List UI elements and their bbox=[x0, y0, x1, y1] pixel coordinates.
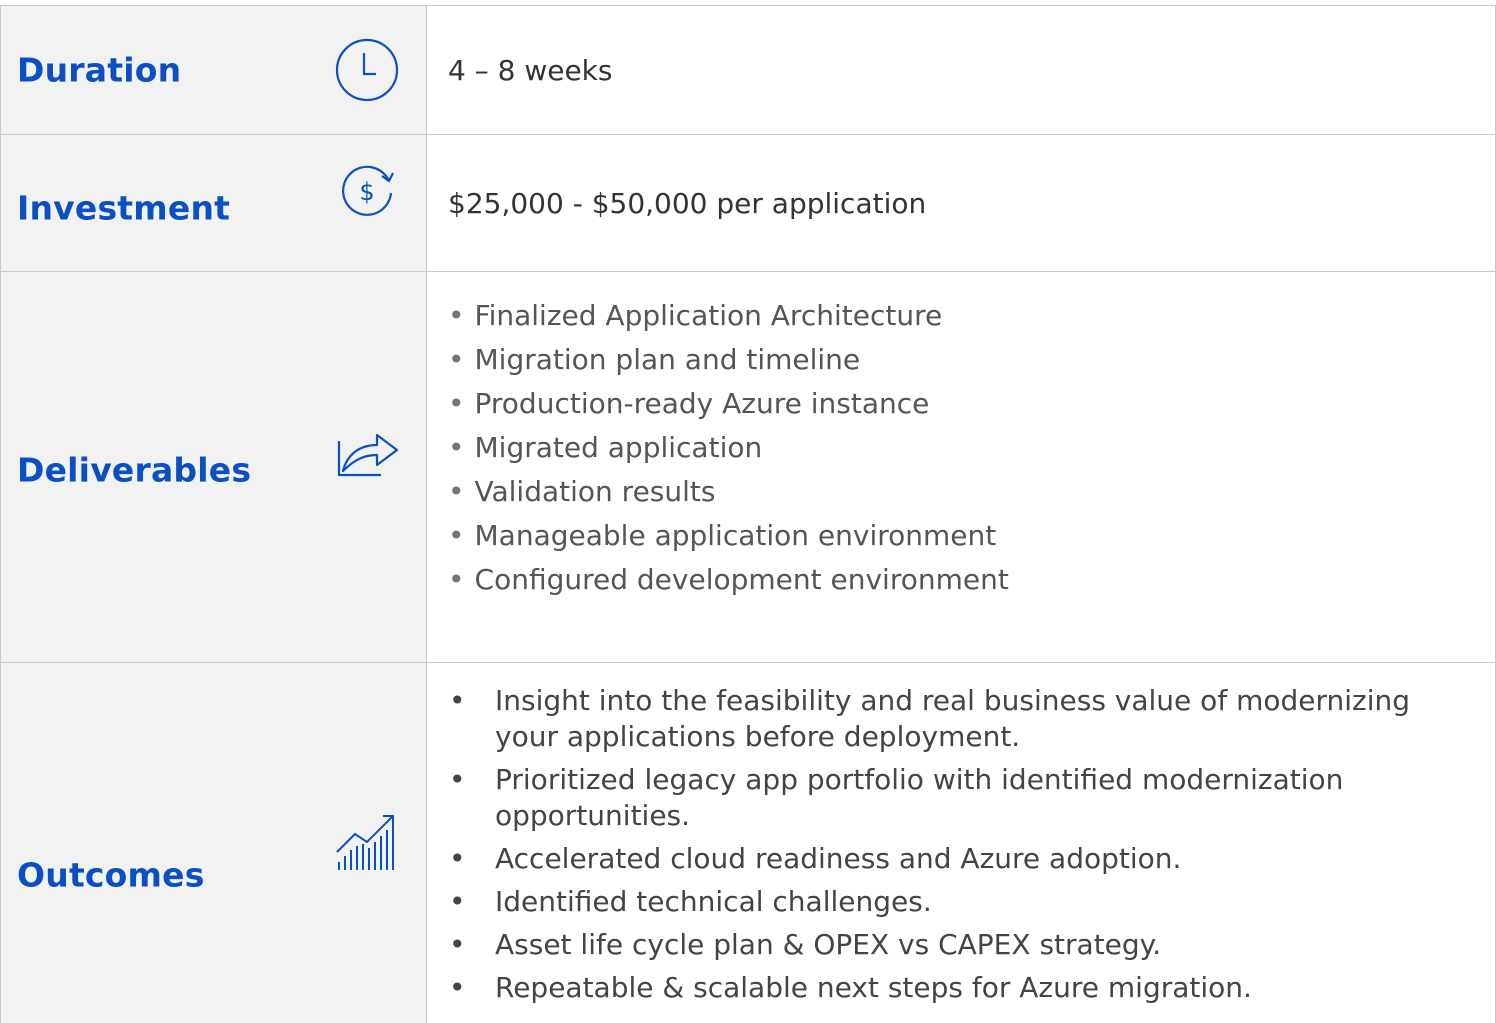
row-outcomes: Outcomes • Insight into the feasibility … bbox=[0, 662, 1496, 1023]
label-cell-outcomes: Outcomes bbox=[0, 662, 427, 1023]
growth-chart-icon bbox=[331, 808, 403, 880]
investment-value: $25,000 - $50,000 per application bbox=[448, 186, 927, 220]
dollar-refresh-icon: $ bbox=[331, 155, 403, 227]
row-duration: Duration 4 – 8 weeks bbox=[0, 5, 1496, 135]
value-cell-deliverables: • Finalized Application Architecture • Mig… bbox=[426, 271, 1496, 663]
value-cell-duration: 4 – 8 weeks bbox=[426, 5, 1496, 135]
list-item: • Prioritized legacy app portfolio with i… bbox=[449, 763, 1344, 832]
offer-sheet: Duration 4 – 8 weeks Investment $ $25,00… bbox=[0, 5, 1496, 1023]
row-investment: Investment $ $25,000 - $50,000 per appli… bbox=[0, 134, 1496, 272]
list-item: • Insight into the feasibility and real b… bbox=[449, 684, 1411, 753]
list-item: • Production-ready Azure instance bbox=[448, 387, 930, 420]
list-item: • Validation results bbox=[448, 475, 716, 508]
outcomes-list: • Insight into the feasibility and real b… bbox=[427, 683, 1495, 1006]
list-item: • Migrated application bbox=[448, 431, 763, 464]
list-item: • Manageable application environment bbox=[448, 519, 997, 552]
list-item: • Configured development environment bbox=[448, 563, 1009, 596]
share-arrow-icon bbox=[331, 413, 403, 485]
duration-value: 4 – 8 weeks bbox=[448, 53, 613, 87]
offer-table: Duration 4 – 8 weeks Investment $ $25,00… bbox=[0, 5, 1496, 1023]
label-deliverables: Deliverables bbox=[17, 450, 252, 490]
label-outcomes: Outcomes bbox=[17, 855, 205, 895]
list-item: • Finalized Application Architecture bbox=[448, 299, 943, 332]
value-cell-investment: $25,000 - $50,000 per application bbox=[426, 134, 1496, 272]
clock-icon bbox=[331, 34, 403, 106]
deliverables-list: • Finalized Application Architecture • Mig… bbox=[427, 294, 1495, 602]
value-cell-outcomes: • Insight into the feasibility and real b… bbox=[426, 662, 1496, 1023]
row-deliverables: Deliverables • Finalized Application Arch… bbox=[0, 271, 1496, 663]
label-cell-investment: Investment $ bbox=[0, 134, 427, 272]
label-cell-deliverables: Deliverables bbox=[0, 271, 427, 663]
svg-text:$: $ bbox=[359, 178, 374, 206]
list-item: • Repeatable & scalable next steps for Az… bbox=[449, 971, 1252, 1004]
list-item: • Accelerated cloud readiness and Azure a… bbox=[449, 842, 1182, 875]
list-item: • Migration plan and timeline bbox=[448, 343, 861, 376]
label-investment: Investment bbox=[17, 188, 231, 228]
label-cell-duration: Duration bbox=[0, 5, 427, 135]
list-item: • Asset life cycle plan & OPEX vs CAPEX s… bbox=[449, 928, 1162, 961]
list-item: • Identified technical challenges. bbox=[449, 885, 932, 918]
label-duration: Duration bbox=[17, 50, 182, 90]
